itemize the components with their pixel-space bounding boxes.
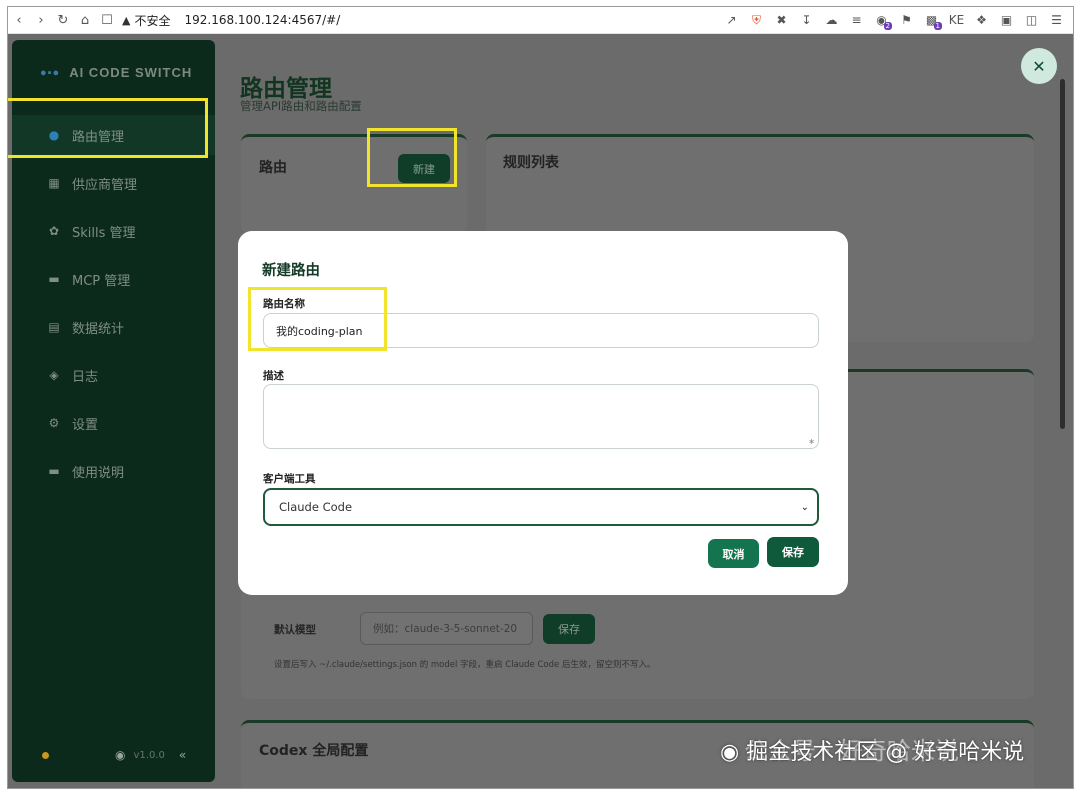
brand-logo-icon: ●▪● — [40, 66, 61, 79]
highlight-new-button — [367, 128, 457, 187]
puzzle-extensions-icon[interactable]: ❖ — [971, 13, 992, 27]
sidebar-item-logs[interactable]: ◈ 日志 — [12, 355, 215, 395]
download-icon[interactable]: ↧ — [796, 13, 817, 27]
sidebar-item-label: 使用说明 — [72, 465, 125, 481]
sidebar-item-guide[interactable]: ▬ 使用说明 — [12, 451, 215, 491]
sidebar-item-mcp[interactable]: ▬ MCP 管理 — [12, 259, 215, 299]
share-icon[interactable]: ↗ — [721, 13, 742, 27]
sidebar-toggle-icon[interactable]: ◫ — [1021, 13, 1042, 27]
extension-badge-2: 1 — [933, 22, 942, 30]
puzzle-icon: ✿ — [48, 224, 60, 238]
brand-name: AI CODE SWITCH — [69, 65, 193, 80]
forward-icon[interactable]: › — [30, 13, 52, 28]
highlight-routes-nav — [8, 98, 208, 158]
building-icon: ▦ — [48, 176, 60, 190]
github-icon[interactable]: ◉ — [115, 748, 125, 762]
close-button[interactable]: ✕ — [1021, 48, 1057, 84]
watermark: ◉ 掘金技术社区 @ 好奇哈米说 — [720, 734, 1024, 766]
default-model-hint: 设置后写入 ~/.claude/settings.json 的 model 字段… — [274, 660, 656, 670]
default-model-save-button[interactable]: 保存 — [543, 614, 595, 644]
sidebar-item-skills[interactable]: ✿ Skills 管理 — [12, 211, 215, 251]
routes-card-title: 路由 — [259, 160, 287, 176]
plug-icon: ▬ — [48, 272, 60, 286]
page-content: ●▪● AI CODE SWITCH ● 路由管理 ▦ 供应商管理 ✿ Skil… — [8, 34, 1073, 788]
bookmark-icon[interactable]: ☐ — [96, 13, 118, 28]
sidebar-item-label: MCP 管理 — [72, 273, 131, 289]
client-tool-select[interactable]: Claude Code ⌄ — [263, 488, 819, 526]
sidebar-footer: ◉ v1.0.0 « — [42, 748, 192, 762]
sidebar-item-providers[interactable]: ▦ 供应商管理 — [12, 163, 215, 203]
sidebar-item-settings[interactable]: ⚙ 设置 — [12, 403, 215, 443]
screenshot-icon[interactable]: ▣ — [996, 13, 1017, 27]
resize-handle-icon[interactable]: ∗ — [808, 437, 815, 446]
cancel-button[interactable]: 取消 — [708, 539, 759, 568]
extension-2-icon[interactable]: ▩ 1 — [921, 13, 942, 30]
version-label: v1.0.0 — [133, 749, 165, 761]
toolbar-actions: ↗ ⛨ ✖ ↧ ☁ ≡ ◉ 2 ⚑ ▩ 1 KE ❖ ▣ ◫ ☰ — [721, 13, 1073, 30]
new-route-modal: 新建路由 路由名称 我的coding-plan 描述 ∗ 客户端工具 Claud… — [238, 231, 848, 595]
sidebar-item-label: 供应商管理 — [72, 177, 138, 193]
client-tool-value: Claude Code — [279, 500, 353, 514]
description-textarea[interactable]: ∗ — [263, 384, 819, 449]
browser-toolbar: ‹ › ↻ ⌂ ☐ ▲ 不安全 192.168.100.124:4567/#/ … — [8, 7, 1073, 34]
watermark-text: 掘金技术社区 @ 好奇哈米说 — [746, 740, 1025, 765]
close-tool-icon[interactable]: ✖ — [771, 13, 792, 27]
flag-icon[interactable]: ⚑ — [896, 13, 917, 27]
page-scrollbar[interactable] — [1060, 79, 1065, 429]
extension-icon[interactable]: ◉ 2 — [871, 13, 892, 30]
sidebar-item-stats[interactable]: ▤ 数据统计 — [12, 307, 215, 347]
sidebar-item-label: Skills 管理 — [72, 225, 136, 241]
chevron-down-icon: ⌄ — [800, 501, 809, 513]
extension-badge: 2 — [883, 22, 892, 30]
close-icon: ✕ — [1032, 56, 1046, 76]
url-text[interactable]: 192.168.100.124:4567/#/ — [184, 13, 340, 27]
default-model-label: 默认模型 — [274, 624, 316, 636]
log-icon: ◈ — [49, 368, 59, 382]
rules-card-title: 规则列表 — [503, 155, 559, 171]
list-icon[interactable]: ≡ — [846, 13, 867, 27]
save-button[interactable]: 保存 — [767, 537, 819, 567]
modal-title: 新建路由 — [262, 263, 320, 279]
gear-icon: ⚙ — [48, 416, 60, 430]
client-tool-label: 客户端工具 — [263, 473, 316, 485]
menu-icon[interactable]: ☰ — [1046, 13, 1067, 27]
status-dot — [42, 751, 49, 759]
brave-shield-icon[interactable]: ⛨ — [746, 13, 767, 28]
insecure-label[interactable]: 不安全 — [134, 12, 170, 29]
reload-icon[interactable]: ↻ — [52, 13, 74, 28]
bar-chart-icon: ▤ — [48, 320, 60, 334]
address-bar[interactable]: ▲ 不安全 192.168.100.124:4567/#/ — [122, 12, 340, 29]
sidebar-item-label: 设置 — [72, 417, 99, 433]
brand: ●▪● AI CODE SWITCH — [40, 65, 192, 80]
browser-window: ‹ › ↻ ⌂ ☐ ▲ 不安全 192.168.100.124:4567/#/ … — [7, 6, 1074, 789]
wechat-icon: ◉ — [720, 740, 740, 765]
cloud-icon[interactable]: ☁ — [821, 13, 842, 27]
warning-icon[interactable]: ▲ — [122, 14, 130, 27]
collapse-sidebar-icon[interactable]: « — [179, 748, 186, 762]
back-icon[interactable]: ‹ — [8, 13, 30, 28]
sidebar-item-label: 日志 — [72, 369, 99, 385]
ke-extension[interactable]: KE — [946, 13, 967, 27]
highlight-route-name — [248, 287, 387, 351]
home-icon[interactable]: ⌂ — [74, 13, 96, 28]
description-label: 描述 — [263, 370, 284, 382]
page-subtitle: 管理API路由和路由配置 — [240, 99, 362, 113]
book-icon: ▬ — [48, 464, 60, 478]
codex-card-title: Codex 全局配置 — [259, 743, 369, 759]
default-model-input[interactable]: 例如：claude-3-5-sonnet-20 — [360, 612, 533, 645]
sidebar-item-label: 数据统计 — [72, 321, 125, 337]
